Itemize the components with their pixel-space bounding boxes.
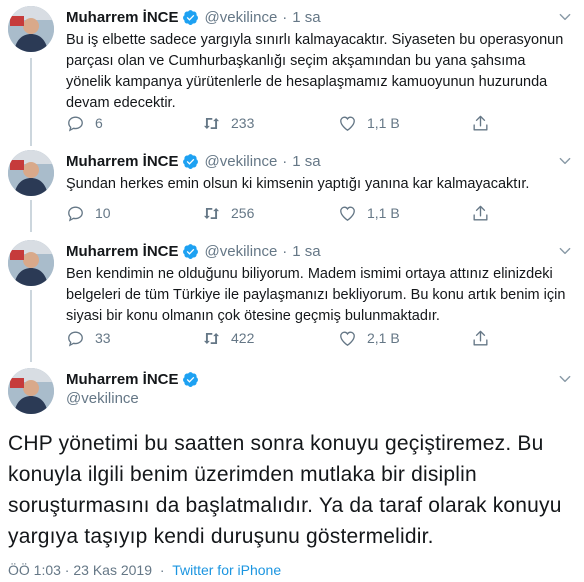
tweet-actions: 10 256 1,1 B bbox=[66, 202, 496, 224]
author-name[interactable]: Muharrem İNCE bbox=[66, 243, 179, 260]
retweet-count: 256 bbox=[231, 205, 255, 221]
tweet-text: Bu iş elbette sadece yargıyla sınırlı ka… bbox=[66, 32, 564, 111]
avatar[interactable] bbox=[8, 240, 54, 286]
separator-dot: · bbox=[282, 152, 288, 170]
tweet-actions: 6 233 1,1 B bbox=[66, 112, 496, 134]
separator-dot: · bbox=[282, 242, 288, 260]
tweet-source-link[interactable]: Twitter for iPhone bbox=[172, 562, 281, 578]
heart-icon bbox=[340, 330, 355, 346]
reply-count: 6 bbox=[95, 115, 103, 131]
retweet-button[interactable]: 422 bbox=[202, 327, 254, 349]
share-button[interactable] bbox=[471, 202, 490, 224]
chevron-down-icon[interactable] bbox=[558, 244, 572, 258]
like-button[interactable]: 1,1 B bbox=[338, 202, 400, 224]
heart-icon bbox=[340, 205, 355, 221]
retweet-icon bbox=[203, 207, 220, 219]
separator-dot: · bbox=[159, 562, 165, 578]
retweet-count: 422 bbox=[231, 330, 255, 346]
verified-badge-icon bbox=[182, 371, 198, 387]
tweet-meta: ÖÖ 1:03 · 23 Kas 2019 · Twitter for iPho… bbox=[8, 562, 281, 578]
retweet-count: 233 bbox=[231, 115, 255, 131]
verified-badge-icon bbox=[182, 9, 198, 25]
reply-button[interactable]: 33 bbox=[66, 327, 111, 349]
verified-badge-icon bbox=[182, 243, 198, 259]
tweet-time[interactable]: 1 sa bbox=[292, 153, 320, 170]
tweet-timestamp[interactable]: ÖÖ 1:03 · 23 Kas 2019 bbox=[8, 562, 152, 578]
author-handle[interactable]: @vekilince bbox=[205, 243, 278, 260]
tweet-time[interactable]: 1 sa bbox=[292, 9, 320, 26]
like-button[interactable]: 2,1 B bbox=[338, 327, 400, 349]
chevron-down-icon[interactable] bbox=[558, 10, 572, 24]
reply-icon bbox=[68, 115, 83, 132]
share-button[interactable] bbox=[471, 327, 490, 349]
reply-button[interactable]: 10 bbox=[66, 202, 111, 224]
like-count: 2,1 B bbox=[367, 330, 400, 346]
verified-badge-icon bbox=[182, 153, 198, 169]
chevron-down-icon[interactable] bbox=[558, 372, 572, 386]
chevron-down-icon[interactable] bbox=[558, 154, 572, 168]
reply-count: 10 bbox=[95, 205, 111, 221]
author-handle[interactable]: @vekilince bbox=[205, 153, 278, 170]
share-icon bbox=[473, 205, 488, 221]
retweet-icon bbox=[203, 332, 220, 344]
main-tweet-text: CHP yönetimi bu saatten sonra konuyu geç… bbox=[8, 432, 562, 548]
thread-tweet[interactable]: Muharrem İNCE @vekilince · 1 sa Ben kend… bbox=[0, 240, 584, 360]
retweet-icon bbox=[203, 117, 220, 129]
avatar[interactable] bbox=[8, 150, 54, 196]
retweet-button[interactable]: 256 bbox=[202, 202, 254, 224]
author-name[interactable]: Muharrem İNCE bbox=[66, 371, 179, 388]
avatar[interactable] bbox=[8, 368, 54, 414]
share-button[interactable] bbox=[471, 112, 490, 134]
author-name[interactable]: Muharrem İNCE bbox=[66, 9, 179, 26]
share-icon bbox=[473, 330, 488, 346]
like-count: 1,1 B bbox=[367, 115, 400, 131]
reply-icon bbox=[68, 330, 83, 347]
reply-button[interactable]: 6 bbox=[66, 112, 103, 134]
tweet-text: Şundan herkes emin olsun ki kimsenin yap… bbox=[66, 176, 530, 192]
retweet-button[interactable]: 233 bbox=[202, 112, 254, 134]
author-name[interactable]: Muharrem İNCE bbox=[66, 153, 179, 170]
thread-tweet[interactable]: Muharrem İNCE @vekilince · 1 sa Şundan h… bbox=[0, 150, 584, 230]
like-count: 1,1 B bbox=[367, 205, 400, 221]
reply-count: 33 bbox=[95, 330, 111, 346]
author-handle[interactable]: @vekilince bbox=[205, 9, 278, 26]
heart-icon bbox=[340, 115, 355, 131]
thread-tweet[interactable]: Muharrem İNCE @vekilince · 1 sa Bu iş el… bbox=[0, 6, 584, 146]
like-button[interactable]: 1,1 B bbox=[338, 112, 400, 134]
tweet-actions: 33 422 2,1 B bbox=[66, 327, 496, 349]
tweet-time[interactable]: 1 sa bbox=[292, 243, 320, 260]
share-icon bbox=[473, 115, 488, 131]
separator-dot: · bbox=[282, 8, 288, 26]
avatar[interactable] bbox=[8, 6, 54, 52]
main-tweet-header: Muharrem İNCE @vekilince bbox=[0, 368, 584, 418]
tweet-text: Ben kendimin ne olduğunu biliyorum. Made… bbox=[66, 266, 566, 324]
reply-icon bbox=[68, 205, 83, 222]
author-handle[interactable]: @vekilince bbox=[66, 390, 139, 407]
